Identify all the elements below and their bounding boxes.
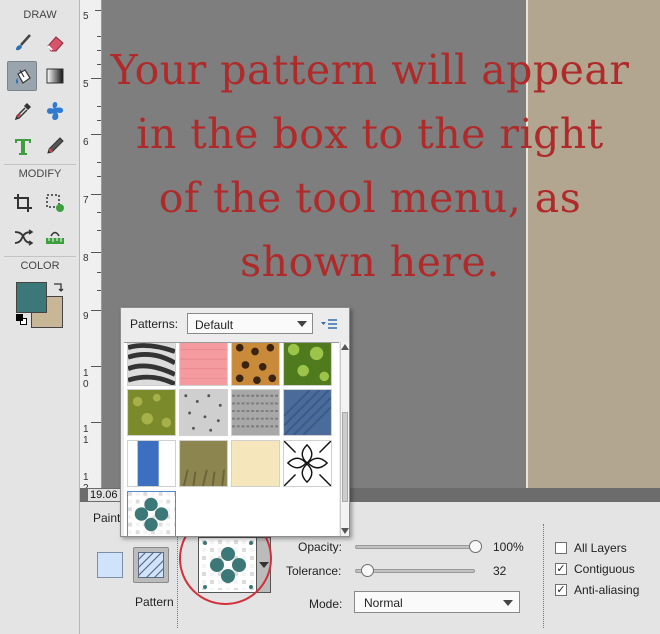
ruler-number: 6 — [83, 137, 89, 148]
brush-icon — [16, 34, 31, 51]
recompose-icon — [46, 194, 64, 212]
patterns-label: Patterns: — [130, 317, 179, 331]
grass-swatch[interactable] — [179, 440, 228, 487]
custom-shape-tool[interactable] — [40, 96, 70, 126]
anti-aliasing-label: Anti-aliasing — [574, 583, 640, 597]
chevron-down-icon — [297, 321, 307, 327]
tools-panel: DRAW MODIFY COLOR — [0, 0, 80, 634]
panel-menu-icon — [321, 319, 337, 329]
all-layers-label: All Layers — [574, 541, 627, 555]
ruler-number: 9 — [83, 311, 89, 322]
ruler-number: 7 — [83, 195, 89, 206]
pattern-set-value: Default — [195, 318, 234, 332]
pencil-icon — [47, 137, 64, 154]
straighten-icon — [46, 231, 64, 244]
leopard-swatch[interactable] — [231, 342, 280, 386]
gradient-tool[interactable] — [40, 61, 70, 91]
modify-section-label: MODIFY — [18, 168, 62, 180]
tolerance-value[interactable]: 32 — [493, 564, 506, 578]
eyedropper-icon — [14, 103, 31, 121]
contiguous-label: Contiguous — [574, 562, 635, 576]
teal-quatrefoil-swatch[interactable] — [127, 491, 176, 536]
recompose-tool[interactable] — [40, 188, 70, 218]
pattern-fill-icon — [138, 552, 164, 578]
ruler-number: 1 0 — [83, 368, 89, 390]
scroll-up-icon[interactable] — [341, 344, 349, 350]
eyedropper-tool[interactable] — [8, 96, 38, 126]
instruction-line-2: in the box to the right — [136, 110, 604, 158]
contiguous-checkbox[interactable]: ✓ — [555, 563, 567, 575]
foreground-color-swatch[interactable] — [16, 282, 47, 313]
ruler-number: 1 1 — [83, 424, 89, 446]
instruction-line-1: Your pattern will appear — [110, 46, 630, 94]
fill-pattern-button[interactable] — [133, 547, 169, 583]
separator — [543, 524, 544, 628]
opacity-label: Opacity: — [298, 540, 343, 554]
mode-select[interactable]: Normal — [354, 591, 520, 613]
brush-tool[interactable] — [8, 28, 38, 58]
paint-bucket-tool[interactable] — [7, 61, 37, 91]
separator — [177, 532, 178, 628]
instruction-line-3: of the tool menu, as — [158, 174, 582, 222]
ruler-number: 5 — [83, 11, 89, 22]
eraser-tool[interactable] — [40, 28, 70, 58]
separator — [4, 256, 76, 257]
type-icon — [15, 139, 31, 155]
crop-icon — [14, 194, 32, 212]
anti-aliasing-checkbox[interactable]: ✓ — [555, 584, 567, 596]
crop-tool[interactable] — [8, 188, 38, 218]
straighten-tool[interactable] — [40, 222, 70, 252]
blue-fabric-swatch[interactable] — [127, 440, 176, 487]
scroll-down-icon[interactable] — [341, 528, 349, 534]
mode-label: Mode: — [309, 597, 343, 611]
gradient-icon — [46, 68, 64, 84]
cream-paper-swatch[interactable] — [231, 440, 280, 487]
tile-flower-swatch[interactable] — [283, 440, 332, 487]
draw-section-label: DRAW — [23, 9, 57, 21]
swatch-scrollbar[interactable] — [340, 342, 349, 536]
type-tool[interactable] — [8, 131, 38, 161]
tolerance-slider-knob[interactable] — [361, 564, 374, 577]
all-layers-checkbox[interactable] — [555, 542, 567, 554]
pink-fabric-swatch[interactable] — [179, 342, 228, 386]
paint-label: Paint — [93, 511, 121, 525]
move-arrows-icon — [14, 229, 34, 246]
granite-swatch[interactable] — [179, 389, 228, 436]
chevron-down-icon — [503, 600, 513, 606]
separator — [4, 164, 76, 165]
instruction-overlay: Your pattern will appear in the box to t… — [105, 38, 635, 294]
ivy-swatch[interactable] — [283, 342, 332, 386]
opacity-slider-knob[interactable] — [469, 540, 482, 553]
denim-swatch[interactable] — [283, 389, 332, 436]
moss-swatch[interactable] — [127, 389, 176, 436]
pencil-tool[interactable] — [40, 131, 70, 161]
content-aware-move-tool[interactable] — [8, 222, 38, 252]
paint-bucket-icon — [16, 69, 31, 84]
grey-knit-swatch[interactable] — [231, 389, 280, 436]
tolerance-label: Tolerance: — [286, 564, 342, 578]
opacity-slider-track[interactable] — [355, 545, 475, 549]
vertical-ruler: 5 5 6 7 8 9 1 0 1 1 1 2 — [80, 0, 102, 494]
scroll-thumb[interactable] — [342, 412, 348, 502]
pattern-swatch-grid — [124, 342, 339, 536]
ruler-number: 8 — [83, 253, 89, 264]
zoom-readout: 19.06 — [88, 489, 120, 501]
opacity-value[interactable]: 100% — [493, 540, 524, 554]
patterns-popup: Patterns: Default — [120, 307, 350, 537]
fill-paint-button[interactable] — [97, 552, 123, 578]
zebra-pattern-swatch[interactable] — [127, 342, 176, 386]
ruler-number: 5 — [83, 79, 89, 90]
pattern-label: Pattern — [135, 595, 174, 609]
mode-value: Normal — [364, 596, 403, 610]
custom-shape-icon — [47, 102, 64, 120]
pattern-set-select[interactable]: Default — [187, 313, 313, 334]
default-colors-icon[interactable] — [16, 314, 28, 326]
panel-menu-button[interactable] — [319, 316, 339, 332]
swap-colors-icon[interactable] — [52, 281, 64, 293]
instruction-line-4: shown here. — [240, 238, 500, 286]
color-section-label: COLOR — [20, 260, 60, 272]
eraser-icon — [47, 36, 64, 52]
